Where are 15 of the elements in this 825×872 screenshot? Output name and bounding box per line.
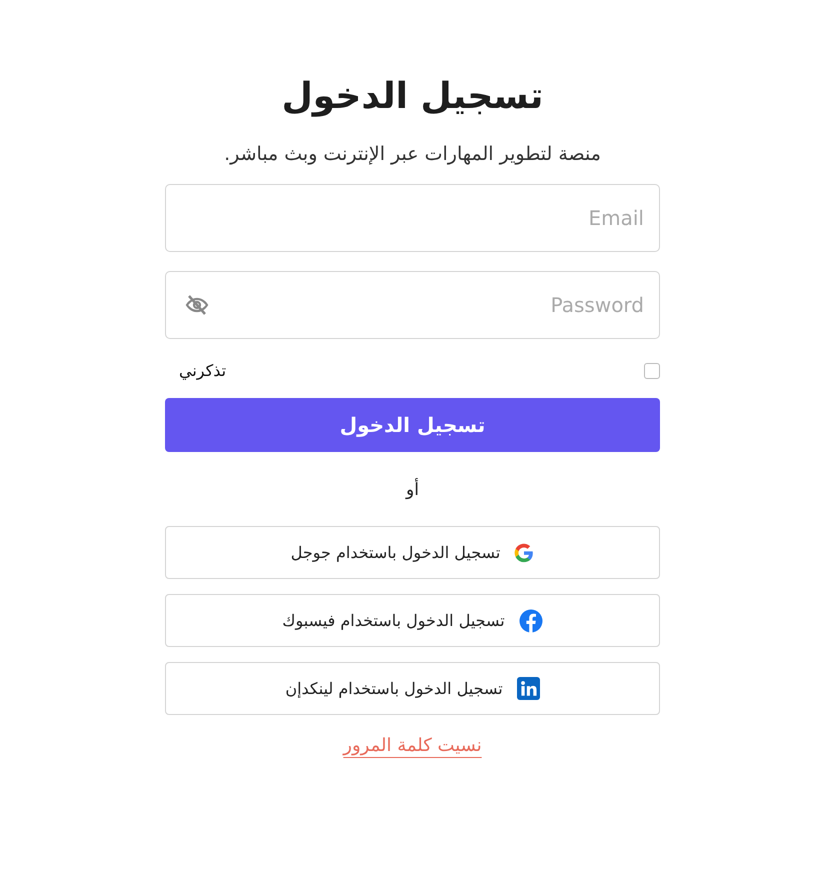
google-icon	[514, 542, 534, 562]
remember-checkbox[interactable]	[644, 362, 660, 378]
linkedin-login-button[interactable]: تسجيل الدخول باستخدام لينكدإن	[165, 662, 660, 715]
page-title: تسجيل الدخول	[282, 76, 544, 117]
facebook-login-button[interactable]: تسجيل الدخول باستخدام فيسبوك	[165, 594, 660, 647]
password-field[interactable]: Password	[165, 271, 660, 339]
email-field[interactable]: Email	[165, 184, 660, 252]
separator-text: أو	[406, 480, 419, 500]
google-login-button[interactable]: تسجيل الدخول باستخدام جوجل	[165, 526, 660, 579]
subtitle: منصة لتطوير المهارات عبر الإنترنت وبث مباشر.	[224, 143, 601, 165]
login-button[interactable]: تسجيل الدخول	[165, 398, 660, 452]
facebook-icon	[518, 608, 543, 632]
linkedin-icon	[516, 677, 540, 700]
remember-label: تذكرني	[179, 361, 226, 380]
eye-slash-icon[interactable]	[185, 293, 209, 317]
